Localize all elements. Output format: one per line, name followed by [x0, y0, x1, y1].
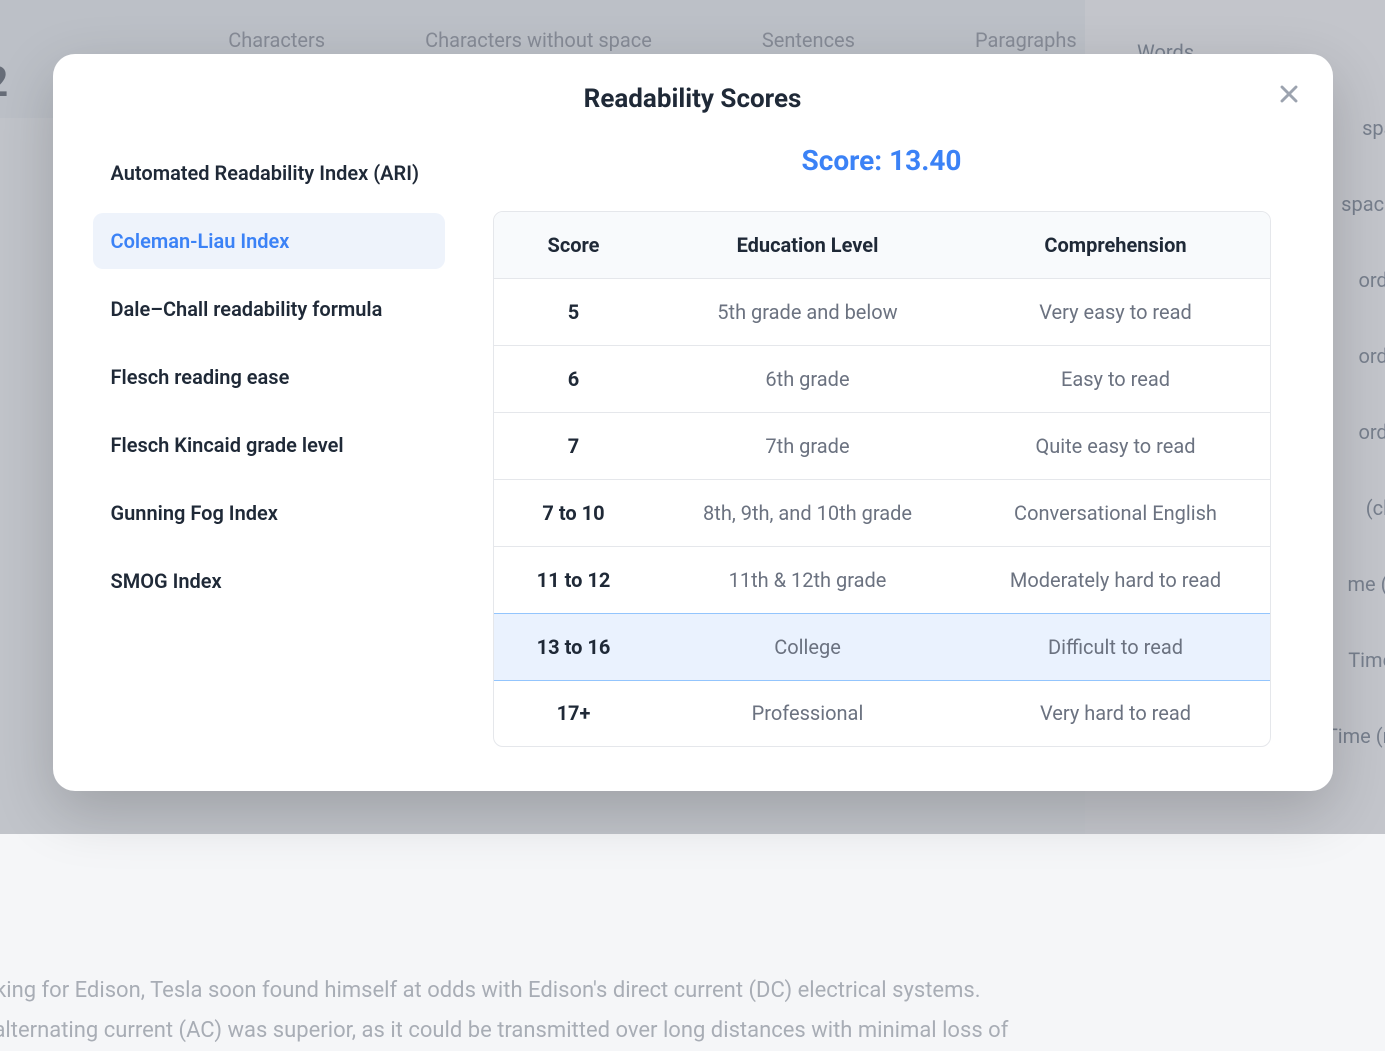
modal-overlay: Readability Scores Automated Readability…	[0, 0, 1385, 834]
table-cell-score: 11 to 12	[494, 547, 654, 613]
sidebar-item-smog-index[interactable]: SMOG Index	[93, 553, 445, 609]
table-row: 13 to 16CollegeDifficult to read	[493, 613, 1271, 681]
score-value: 13.40	[889, 144, 961, 177]
table-header-row: Score Education Level Comprehension	[494, 212, 1270, 279]
table-row: 77th gradeQuite easy to read	[494, 413, 1270, 480]
table-cell-education: 7th grade	[654, 413, 962, 479]
table-cell-education: 5th grade and below	[654, 279, 962, 345]
table-header-score: Score	[494, 212, 654, 278]
table-cell-score: 7 to 10	[494, 480, 654, 546]
close-button[interactable]	[1275, 80, 1303, 108]
table-row: 11 to 1211th & 12th gradeModerately hard…	[494, 547, 1270, 614]
table-cell-score: 5	[494, 279, 654, 345]
table-row: 7 to 108th, 9th, and 10th gradeConversat…	[494, 480, 1270, 547]
table-cell-comprehension: Easy to read	[962, 346, 1270, 412]
table-cell-comprehension: Conversational English	[962, 480, 1270, 546]
table-cell-score: 6	[494, 346, 654, 412]
readability-modal: Readability Scores Automated Readability…	[53, 54, 1333, 791]
score-label: Score:	[802, 144, 883, 177]
table-cell-score: 13 to 16	[494, 614, 654, 680]
readability-methods-sidebar: Automated Readability Index (ARI) Coleman…	[93, 144, 445, 747]
table-header-comprehension: Comprehension	[962, 212, 1270, 278]
readability-content: Score: 13.40 Score Education Level Compr…	[493, 144, 1293, 747]
table-cell-score: 7	[494, 413, 654, 479]
sidebar-item-flesch-reading-ease[interactable]: Flesch reading ease	[93, 349, 445, 405]
score-header: Score: 13.40	[493, 144, 1271, 177]
sidebar-item-automated-readability-index-ari-[interactable]: Automated Readability Index (ARI)	[93, 145, 445, 201]
table-cell-score: 17+	[494, 680, 654, 746]
sidebar-item-coleman-liau-index[interactable]: Coleman-Liau Index	[93, 213, 445, 269]
sidebar-item-gunning-fog-index[interactable]: Gunning Fog Index	[93, 485, 445, 541]
table-header-education: Education Level	[654, 212, 962, 278]
table-cell-comprehension: Very hard to read	[962, 680, 1270, 746]
table-cell-education: Professional	[654, 680, 962, 746]
table-cell-education: 6th grade	[654, 346, 962, 412]
table-cell-education: 8th, 9th, and 10th grade	[654, 480, 962, 546]
table-row: 66th gradeEasy to read	[494, 346, 1270, 413]
table-cell-education: 11th & 12th grade	[654, 547, 962, 613]
sidebar-item-dale-chall-readability-formula[interactable]: Dale–Chall readability formula	[93, 281, 445, 337]
table-cell-comprehension: Very easy to read	[962, 279, 1270, 345]
table-cell-comprehension: Quite easy to read	[962, 413, 1270, 479]
readability-table: Score Education Level Comprehension 55th…	[493, 211, 1271, 747]
table-cell-education: College	[654, 614, 962, 680]
modal-body: Automated Readability Index (ARI) Coleman…	[93, 144, 1293, 747]
table-cell-comprehension: Difficult to read	[962, 614, 1270, 680]
table-cell-comprehension: Moderately hard to read	[962, 547, 1270, 613]
table-row: 55th grade and belowVery easy to read	[494, 279, 1270, 346]
modal-title: Readability Scores	[93, 84, 1293, 114]
table-row: 17+ProfessionalVery hard to read	[494, 680, 1270, 746]
sidebar-item-flesch-kincaid-grade-level[interactable]: Flesch Kincaid grade level	[93, 417, 445, 473]
close-icon	[1275, 80, 1303, 108]
